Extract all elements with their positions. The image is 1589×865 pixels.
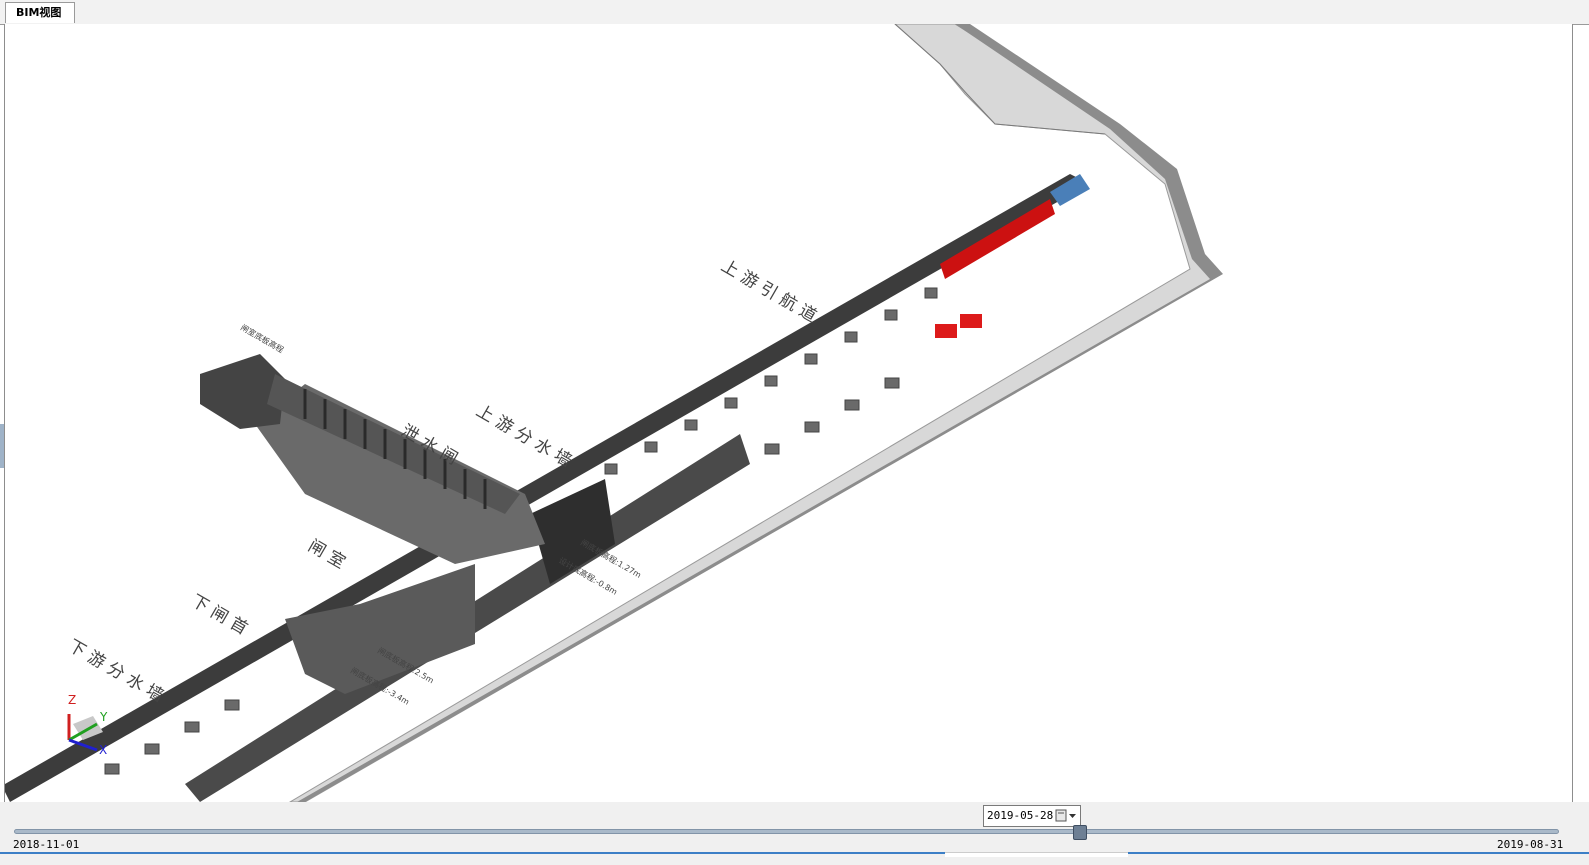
timeline-end-date: 2019-08-31 (1497, 838, 1564, 851)
tab-bar: BIM视图 (0, 0, 1589, 25)
bottom-panel-tab (945, 852, 1128, 857)
timeline-slider-track[interactable] (14, 829, 1559, 834)
label-lock-chamber: 闸 室 (305, 536, 349, 573)
tab-bim-view[interactable]: BIM视图 (5, 2, 75, 23)
annotation-top: 闸室底板高程 (239, 322, 286, 355)
current-date-value: 2019-05-28 (987, 809, 1054, 822)
bim-3d-viewport[interactable]: 上 游 引 航 道 上 游 分 水 墙 泄 水 闸 闸 室 下 闸 首 下 游 … (4, 24, 1573, 802)
timeline-start-date: 2018-11-01 (13, 838, 80, 851)
timeline-slider-thumb[interactable] (1073, 825, 1088, 840)
lock-structure (5, 174, 1080, 802)
axis-y-label: Y (99, 710, 108, 724)
calendar-icon (1055, 809, 1076, 822)
calendar-dropdown-button[interactable] (1054, 808, 1078, 824)
river-bank (289, 24, 1223, 802)
status-divider (0, 852, 1589, 854)
label-upstream-channel: 上 游 引 航 道 (718, 256, 820, 327)
highlighted-elements (935, 174, 1090, 338)
axis-z-label: Z (68, 693, 76, 707)
date-picker[interactable]: 2019-05-28 (983, 805, 1081, 827)
label-upstream-wall: 上 游 分 水 墙 (473, 401, 575, 472)
label-downstream-wall: 下 游 分 水 墙 (65, 636, 167, 707)
label-lower-head: 下 闸 首 (188, 591, 252, 639)
bim-model-canvas: 上 游 引 航 道 上 游 分 水 墙 泄 水 闸 闸 室 下 闸 首 下 游 … (5, 24, 1223, 802)
axis-x-label: X (99, 743, 107, 757)
chevron-down-icon (1069, 814, 1076, 818)
